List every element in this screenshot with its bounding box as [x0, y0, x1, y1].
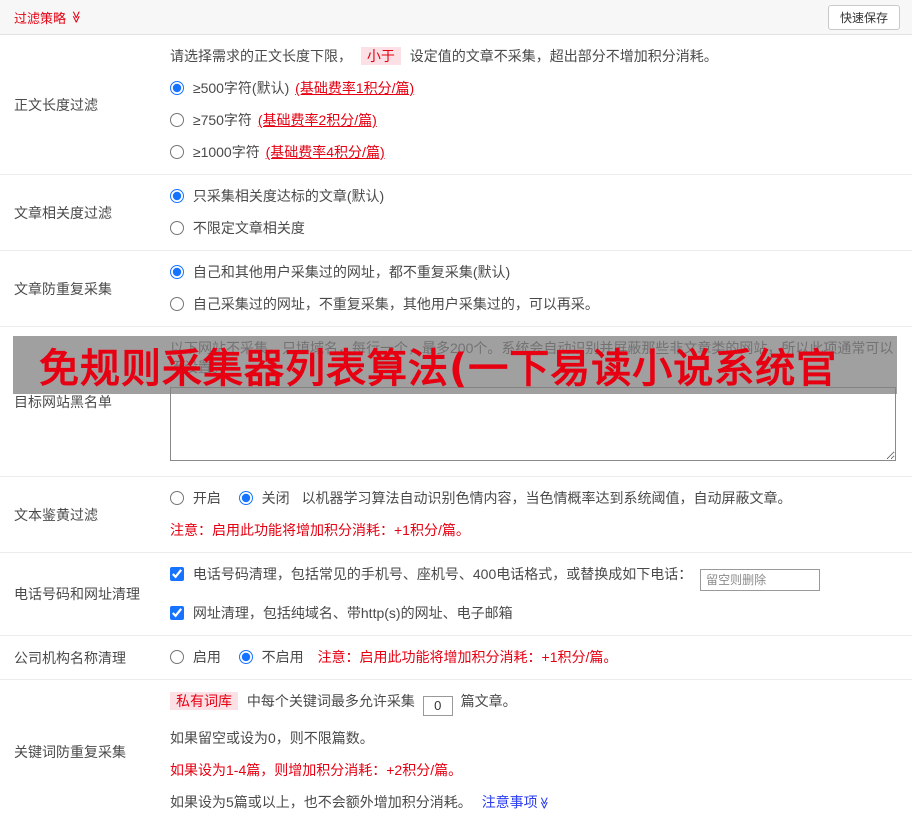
- row-keyword-dedupe: 关键词防重复采集 私有词库 中每个关键词最多允许采集 篇文章。 如果留空或设为0…: [0, 680, 912, 824]
- intro-text-after: 设定值的文章不采集，超出部分不增加积分消耗。: [409, 48, 718, 64]
- row-phone-url-cleanup: 电话号码和网址清理 电话号码清理，包括常见的手机号、座机号、400电话格式，或替…: [0, 553, 912, 636]
- radio-porn-off[interactable]: [238, 491, 253, 505]
- row-company-cleanup: 公司机构名称清理 启用 不启用 注意：启用此功能将增加积分消耗：+1积分/篇。: [0, 636, 912, 680]
- option-label: 只采集相关度达标的文章(默认): [192, 188, 385, 204]
- body-length-intro: 请选择需求的正文长度下限， 小于 设定值的文章不采集，超出部分不增加积分消耗。: [170, 47, 896, 66]
- keyword-note-5plus: 如果设为5篇或以上，也不会额外增加积分消耗。: [170, 793, 472, 810]
- header-bar: 过滤策略 ≫ 快速保存: [0, 0, 912, 35]
- radio-dedupe-self-only[interactable]: [170, 297, 184, 311]
- row-content-porn: 开启 关闭 以机器学习算法自动识别色情内容，当色情概率达到系统阈值，自动屏蔽文章…: [170, 477, 912, 552]
- intro-highlight-less-than: 小于: [360, 47, 401, 65]
- row-content-phone-url: 电话号码清理，包括常见的手机号、座机号、400电话格式，或替换成如下电话： 网址…: [170, 553, 912, 635]
- option-phone-cleanup[interactable]: 电话号码清理，包括常见的手机号、座机号、400电话格式，或替换成如下电话：: [170, 566, 696, 582]
- radio-company-off[interactable]: [238, 650, 253, 664]
- option-label: 网址清理，包括纯域名、带http(s)的网址、电子邮箱: [192, 605, 513, 621]
- option-label: ≥750字符: [192, 112, 252, 128]
- radio-relevance-strict[interactable]: [170, 189, 184, 203]
- company-options-line: 启用 不启用 注意：启用此功能将增加积分消耗：+1积分/篇。: [170, 648, 896, 667]
- quick-save-button[interactable]: 快速保存: [827, 4, 900, 30]
- radio-company-on[interactable]: [170, 650, 184, 664]
- row-porn-filter: 文本鉴黄过滤 开启 关闭 以机器学习算法自动识别色情内容，当色情概率达到系统阈值…: [0, 477, 912, 553]
- radio-length-1000[interactable]: [170, 145, 184, 159]
- option-relevance-any[interactable]: 不限定文章相关度: [170, 219, 896, 238]
- option-length-750[interactable]: ≥750字符 (基础费率2积分/篇): [170, 111, 896, 130]
- row-label-relevance: 文章相关度过滤: [14, 204, 112, 221]
- keyword-note-5plus-line: 如果设为5篇或以上，也不会额外增加积分消耗。 注意事项≫: [170, 793, 896, 812]
- keyword-note-zero: 如果留空或设为0，则不限篇数。: [170, 729, 374, 746]
- row-label-phone-url: 电话号码和网址清理: [14, 586, 140, 602]
- notes-link[interactable]: 注意事项≫: [482, 794, 551, 810]
- row-content-body-length: 请选择需求的正文长度下限， 小于 设定值的文章不采集，超出部分不增加积分消耗。 …: [170, 35, 912, 174]
- phone-cleanup-line: 电话号码清理，包括常见的手机号、座机号、400电话格式，或替换成如下电话：: [170, 565, 896, 591]
- option-fee-note: (基础费率4积分/篇): [265, 144, 385, 160]
- option-label: 不启用: [261, 649, 304, 665]
- option-label: 不限定文章相关度: [192, 220, 305, 236]
- keyword-limit-suffix: 篇文章。: [460, 693, 517, 709]
- option-label: 自己采集过的网址，不重复采集，其他用户采集过的，可以再采。: [192, 296, 599, 312]
- option-porn-on[interactable]: 开启: [170, 490, 225, 506]
- filter-strategy-page: 过滤策略 ≫ 快速保存 正文长度过滤 请选择需求的正文长度下限， 小于 设定值的…: [0, 0, 912, 824]
- keyword-max-count-input[interactable]: [422, 695, 453, 716]
- row-label-body-length: 正文长度过滤: [14, 96, 98, 113]
- row-site-blacklist: 目标网站黑名单 以下网站不采集，只填域名，每行一个，最多200个。系统会自动识别…: [0, 327, 912, 477]
- private-lexicon-link[interactable]: 私有词库: [170, 692, 238, 710]
- row-content-company: 启用 不启用 注意：启用此功能将增加积分消耗：+1积分/篇。: [170, 636, 912, 679]
- blacklist-textarea[interactable]: [170, 387, 896, 461]
- chevron-down-icon: ≫: [69, 10, 84, 24]
- option-label: ≥1000字符: [192, 144, 260, 160]
- porn-options-line: 开启 关闭 以机器学习算法自动识别色情内容，当色情概率达到系统阈值，自动屏蔽文章…: [170, 489, 896, 508]
- row-content-dedupe: 自己和其他用户采集过的网址，都不重复采集(默认) 自己采集过的网址，不重复采集，…: [170, 251, 912, 326]
- intro-text-before: 请选择需求的正文长度下限，: [170, 48, 352, 64]
- option-company-on[interactable]: 启用: [170, 649, 225, 665]
- row-content-blacklist: 以下网站不采集，只填域名，每行一个，最多200个。系统会自动识别并屏蔽那些非文章…: [170, 327, 912, 476]
- radio-dedupe-global[interactable]: [170, 265, 184, 279]
- keyword-note-1-4: 如果设为1-4篇，则增加积分消耗：+2积分/篇。: [170, 761, 463, 778]
- option-fee-note: (基础费率2积分/篇): [257, 112, 377, 128]
- option-label: 关闭: [261, 490, 290, 506]
- option-porn-off[interactable]: 关闭: [238, 490, 294, 506]
- porn-cost-note: 注意：启用此功能将增加积分消耗：+1积分/篇。: [170, 522, 470, 538]
- company-cost-note: 注意：启用此功能将增加积分消耗：+1积分/篇。: [317, 649, 618, 665]
- radio-porn-on[interactable]: [170, 491, 184, 505]
- keyword-limit-text: 中每个关键词最多允许采集: [246, 693, 415, 709]
- checkbox-url-cleanup[interactable]: [170, 606, 184, 620]
- option-company-off[interactable]: 不启用: [238, 649, 308, 665]
- option-label: 开启: [192, 490, 221, 506]
- chevron-down-icon: ≫: [536, 796, 551, 809]
- option-label: 电话号码清理，包括常见的手机号、座机号、400电话格式，或替换成如下电话：: [192, 566, 693, 582]
- radio-length-500[interactable]: [170, 81, 184, 95]
- row-dedupe-collection: 文章防重复采集 自己和其他用户采集过的网址，都不重复采集(默认) 自己采集过的网…: [0, 251, 912, 327]
- option-url-cleanup[interactable]: 网址清理，包括纯域名、带http(s)的网址、电子邮箱: [170, 605, 513, 621]
- row-content-keyword: 私有词库 中每个关键词最多允许采集 篇文章。 如果留空或设为0，则不限篇数。 如…: [170, 680, 912, 824]
- option-label: ≥500字符(默认): [192, 80, 290, 96]
- porn-description: 以机器学习算法自动识别色情内容，当色情概率达到系统阈值，自动屏蔽文章。: [301, 490, 792, 506]
- checkbox-phone-cleanup[interactable]: [170, 567, 184, 581]
- notes-link-label: 注意事项: [481, 793, 538, 810]
- option-label: 启用: [192, 649, 221, 665]
- url-cleanup-line: 网址清理，包括纯域名、带http(s)的网址、电子邮箱: [170, 604, 896, 623]
- radio-relevance-any[interactable]: [170, 221, 184, 235]
- row-label-company: 公司机构名称清理: [14, 649, 126, 666]
- blacklist-intro: 以下网站不采集，只填域名，每行一个，最多200个。系统会自动识别并屏蔽那些非文章…: [170, 340, 894, 375]
- filter-strategy-toggle[interactable]: 过滤策略 ≫: [14, 8, 83, 27]
- option-dedupe-self-only[interactable]: 自己采集过的网址，不重复采集，其他用户采集过的，可以再采。: [170, 295, 896, 314]
- row-content-relevance: 只采集相关度达标的文章(默认) 不限定文章相关度: [170, 175, 912, 250]
- option-length-1000[interactable]: ≥1000字符 (基础费率4积分/篇): [170, 143, 896, 162]
- option-length-500[interactable]: ≥500字符(默认) (基础费率1积分/篇): [170, 79, 896, 98]
- row-relevance-filter: 文章相关度过滤 只采集相关度达标的文章(默认) 不限定文章相关度: [0, 175, 912, 251]
- row-body-length-filter: 正文长度过滤 请选择需求的正文长度下限， 小于 设定值的文章不采集，超出部分不增…: [0, 35, 912, 175]
- row-label-blacklist: 目标网站黑名单: [14, 393, 112, 410]
- row-label-dedupe: 文章防重复采集: [14, 280, 112, 297]
- option-label: 自己和其他用户采集过的网址，都不重复采集(默认): [192, 264, 511, 280]
- option-dedupe-global[interactable]: 自己和其他用户采集过的网址，都不重复采集(默认): [170, 263, 896, 282]
- keyword-limit-line: 私有词库 中每个关键词最多允许采集 篇文章。: [170, 692, 896, 716]
- option-fee-note: (基础费率1积分/篇): [295, 80, 415, 96]
- radio-length-750[interactable]: [170, 113, 184, 127]
- replacement-phone-input[interactable]: [700, 569, 821, 591]
- option-relevance-strict[interactable]: 只采集相关度达标的文章(默认): [170, 187, 896, 206]
- row-label-keyword: 关键词防重复采集: [14, 743, 126, 760]
- row-label-porn: 文本鉴黄过滤: [14, 506, 98, 523]
- page-title: 过滤策略: [14, 10, 67, 26]
